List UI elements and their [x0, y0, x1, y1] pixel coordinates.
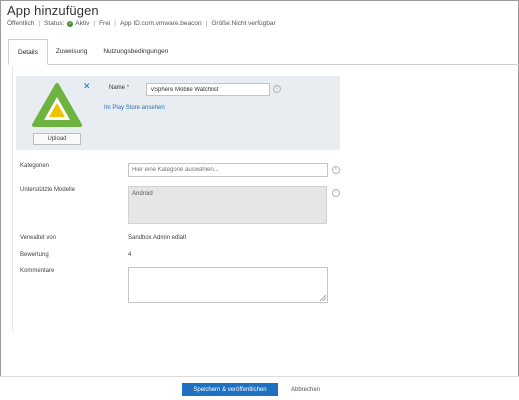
content-divider [12, 66, 13, 331]
play-store-link[interactable]: Im Play Store ansehen [104, 105, 165, 111]
check-circle-icon: ✓ [67, 20, 74, 27]
name-label-text: Name [109, 85, 126, 91]
categories-label: Kategorien [20, 163, 50, 169]
app-icon [31, 82, 83, 129]
app-info-panel: ✕ Upload Name * i Im Play Store ansehen [16, 76, 340, 150]
name-label: Name * [109, 85, 129, 91]
tab-details[interactable]: Details [8, 39, 48, 65]
tab-bar: Details Zuweisung Nutzungsbedingungen [8, 39, 519, 65]
status-value: Aktiv [75, 20, 90, 27]
meta-separator: | [114, 20, 116, 27]
page-title: App hinzufügen [7, 3, 99, 18]
app-meta-line: Öffentlich | Status: ✓ Aktiv | Frei | Ap… [7, 20, 513, 27]
app-id-text: App ID:com.vmware.beacon [119, 20, 202, 27]
cancel-button[interactable]: Abbrechen [291, 383, 320, 396]
page-header: App hinzufügen Öffentlich | Status: ✓ Ak… [7, 3, 513, 27]
warning-triangle-icon [32, 83, 82, 127]
resize-grip-icon[interactable] [320, 295, 326, 301]
name-info-icon[interactable]: i [273, 85, 281, 93]
supported-models-label: Unterstützte Modelle [20, 187, 76, 193]
visibility-text: Öffentlich [7, 20, 35, 27]
price-text: Frei [99, 20, 111, 27]
models-info-icon[interactable]: i [332, 189, 340, 197]
tab-terms-of-use[interactable]: Nutzungsbedingungen [95, 39, 176, 64]
size-text: Größe:Nicht verfügbar [211, 20, 276, 27]
rating-value: 4 [128, 252, 132, 258]
managed-by-label: Verwaltet von [20, 235, 57, 241]
name-input[interactable] [146, 83, 270, 96]
meta-separator: | [38, 20, 41, 27]
categories-input[interactable] [128, 163, 328, 177]
status-label: Status: [44, 20, 65, 27]
required-marker: * [126, 85, 130, 91]
supported-models-field[interactable]: Android [128, 186, 327, 224]
rating-label: Bewertung [20, 252, 49, 258]
footer-bar: Speichern & veröffentlichen Abbrechen [0, 376, 519, 400]
comments-textarea[interactable] [128, 267, 328, 303]
managed-by-value: Sandbox Admin edlatl [128, 235, 187, 241]
save-and-publish-button[interactable]: Speichern & veröffentlichen [182, 383, 278, 396]
tab-assignment[interactable]: Zuweisung [48, 39, 95, 64]
meta-separator: | [93, 20, 96, 27]
meta-separator: | [205, 20, 208, 27]
comments-label: Kommentare [20, 268, 55, 274]
supported-models-value: Android [132, 191, 153, 197]
remove-icon-button[interactable]: ✕ [83, 82, 91, 91]
categories-info-icon[interactable]: i [332, 166, 340, 174]
upload-button[interactable]: Upload [33, 133, 81, 145]
